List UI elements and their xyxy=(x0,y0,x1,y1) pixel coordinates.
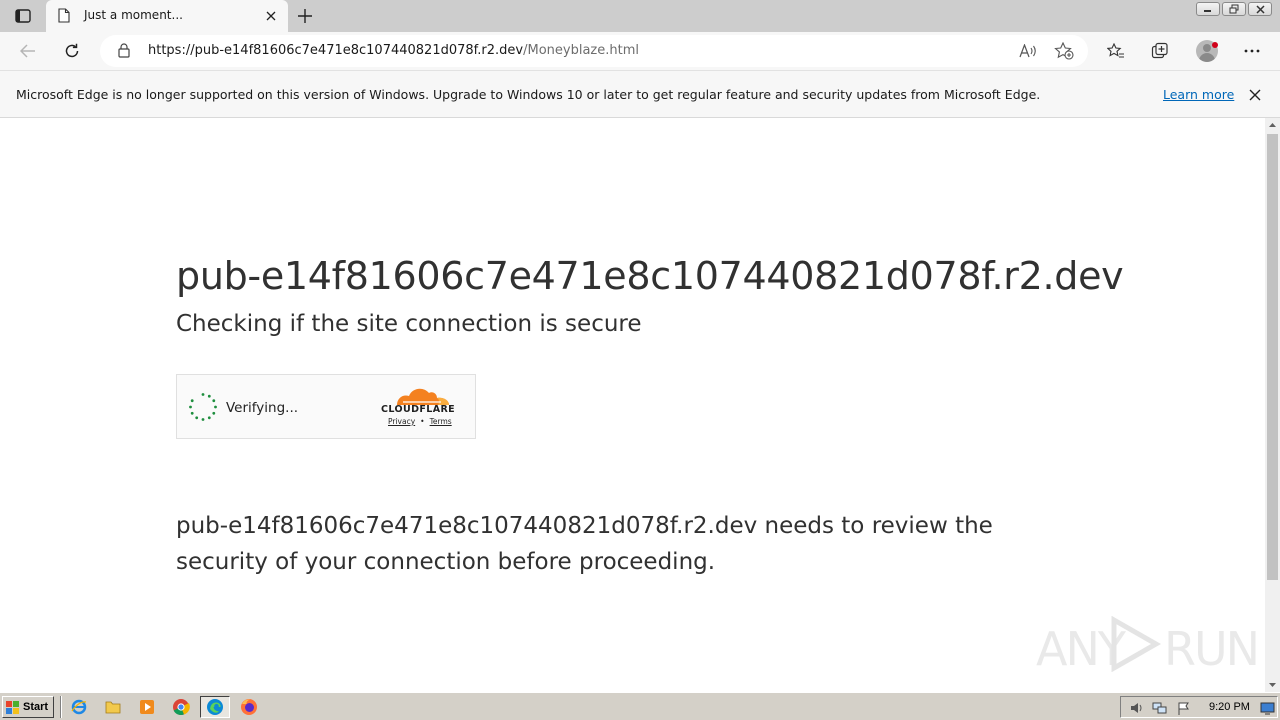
chrome-icon xyxy=(173,699,190,716)
firefox-icon xyxy=(241,699,257,715)
system-tray: 9:20 PM xyxy=(1120,696,1278,718)
scroll-up-button[interactable] xyxy=(1265,118,1280,132)
lock-icon[interactable] xyxy=(118,43,130,62)
url-text[interactable]: https://pub-e14f81606c7e471e8c107440821d… xyxy=(148,43,639,58)
browser-tab-active[interactable]: Just a moment... xyxy=(46,0,288,32)
restore-button[interactable] xyxy=(1222,2,1246,16)
loading-spinner-icon xyxy=(189,393,217,421)
close-icon xyxy=(1255,4,1265,14)
dismiss-infobar-button[interactable] xyxy=(1246,86,1264,104)
add-favorite-button[interactable] xyxy=(1054,41,1074,61)
taskbar-separator xyxy=(60,696,62,718)
caret-down-icon xyxy=(1269,683,1276,687)
monitor-icon xyxy=(1260,702,1274,714)
speaker-icon xyxy=(1131,703,1142,713)
play-logo-icon xyxy=(1111,616,1162,672)
ie-icon xyxy=(71,699,87,715)
start-label: Start xyxy=(23,701,49,713)
collections-icon xyxy=(1151,42,1168,59)
minimize-button[interactable] xyxy=(1196,2,1220,16)
close-icon xyxy=(266,11,276,21)
back-arrow-icon xyxy=(20,44,35,58)
verifying-label: Verifying... xyxy=(226,400,299,416)
back-button[interactable] xyxy=(16,39,40,63)
refresh-icon xyxy=(65,43,79,58)
caret-up-icon xyxy=(1269,123,1276,127)
plus-icon xyxy=(298,9,312,23)
url-host: https://pub-e14f81606c7e471e8c107440821d… xyxy=(148,43,524,58)
minimize-icon xyxy=(1204,10,1211,12)
address-bar[interactable]: https://pub-e14f81606c7e471e8c107440821d… xyxy=(100,35,1088,67)
link-separator: • xyxy=(420,417,425,426)
favorites-button[interactable] xyxy=(1104,39,1128,63)
taskbar-explorer[interactable] xyxy=(98,696,128,718)
page-content: pub-e14f81606c7e471e8c107440821d078f.r2.… xyxy=(0,118,1265,692)
star-add-icon xyxy=(1054,42,1074,60)
window-controls xyxy=(1196,2,1272,16)
windows-taskbar: Start 9:20 PM xyxy=(0,692,1280,720)
scroll-thumb[interactable] xyxy=(1267,134,1278,580)
taskbar-clock[interactable]: 9:20 PM xyxy=(1209,701,1250,713)
folder-icon xyxy=(105,701,121,714)
cloudflare-wordmark: CLOUDFLARE xyxy=(381,404,456,415)
close-tab-button[interactable] xyxy=(262,7,280,25)
volume-tray-icon[interactable] xyxy=(1129,700,1145,716)
scroll-down-button[interactable] xyxy=(1265,678,1280,692)
new-tab-button[interactable] xyxy=(294,5,316,27)
start-button[interactable]: Start xyxy=(2,696,54,718)
status-subheading: Checking if the site connection is secur… xyxy=(176,311,642,337)
edge-icon xyxy=(207,699,223,715)
restore-icon xyxy=(1229,4,1239,14)
network-tray-icon[interactable] xyxy=(1151,700,1167,716)
read-aloud-icon xyxy=(1019,44,1036,58)
windows-logo-icon xyxy=(6,700,19,714)
profile-alert-dot xyxy=(1212,42,1218,48)
collections-button[interactable] xyxy=(1148,39,1172,63)
vertical-scrollbar[interactable] xyxy=(1265,118,1280,692)
watermark-text-right: RUN xyxy=(1164,622,1260,676)
refresh-button[interactable] xyxy=(60,39,84,63)
url-path: /Moneyblaze.html xyxy=(523,43,639,58)
media-player-icon xyxy=(140,700,154,714)
settings-more-button[interactable] xyxy=(1240,39,1264,63)
taskbar-firefox[interactable] xyxy=(234,696,264,718)
learn-more-link[interactable]: Learn more xyxy=(1163,87,1234,102)
tab-title: Just a moment... xyxy=(84,8,183,22)
anyrun-watermark: ANY RUN xyxy=(1036,608,1260,678)
tab-actions-icon xyxy=(15,9,31,23)
security-review-paragraph: pub-e14f81606c7e471e8c107440821d078f.r2.… xyxy=(176,513,993,575)
close-icon xyxy=(1249,89,1261,101)
tab-actions-menu-button[interactable] xyxy=(12,6,34,26)
taskbar-edge[interactable] xyxy=(200,696,230,718)
taskbar-chrome[interactable] xyxy=(166,696,196,718)
read-aloud-button[interactable] xyxy=(1018,41,1038,61)
favorites-list-icon xyxy=(1107,43,1124,58)
tab-strip: Just a moment... xyxy=(0,0,1280,32)
close-window-button[interactable] xyxy=(1248,2,1272,16)
terms-link[interactable]: Terms xyxy=(430,417,452,426)
cloudflare-challenge-widget[interactable]: Verifying... CLOUDFLARE Privacy • Terms xyxy=(176,374,476,439)
site-heading: pub-e14f81606c7e471e8c107440821d078f.r2.… xyxy=(176,254,1124,298)
more-dots-icon xyxy=(1244,49,1260,53)
privacy-link[interactable]: Privacy xyxy=(388,417,415,426)
infobar-message: Microsoft Edge is no longer supported on… xyxy=(16,87,1041,102)
network-icon xyxy=(1152,702,1166,713)
page-icon xyxy=(58,8,70,27)
cloudflare-links: Privacy • Terms xyxy=(388,417,452,426)
browser-toolbar: https://pub-e14f81606c7e471e8c107440821d… xyxy=(0,32,1280,70)
taskbar-media-player[interactable] xyxy=(132,696,162,718)
show-desktop-tray-icon[interactable] xyxy=(1259,700,1275,716)
action-center-tray-icon[interactable] xyxy=(1175,700,1191,716)
unsupported-os-infobar: Microsoft Edge is no longer supported on… xyxy=(0,70,1280,118)
flag-icon xyxy=(1178,702,1189,715)
taskbar-internet-explorer[interactable] xyxy=(64,696,94,718)
